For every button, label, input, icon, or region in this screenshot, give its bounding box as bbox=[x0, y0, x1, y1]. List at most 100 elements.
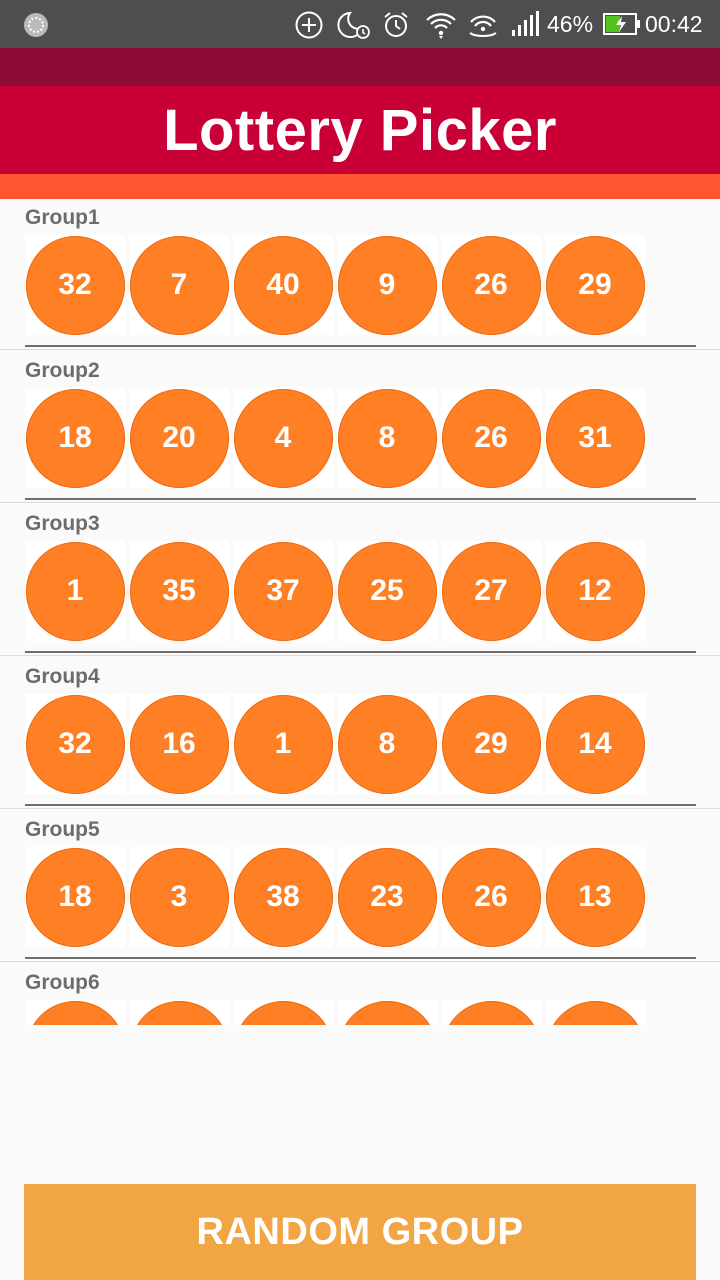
lottery-ball: 4 bbox=[233, 388, 333, 488]
page-title: Lottery Picker bbox=[163, 97, 557, 163]
ball-cell: 25 bbox=[337, 541, 437, 641]
ball-cell: 29 bbox=[545, 235, 645, 335]
lottery-ball: 29 bbox=[441, 694, 541, 794]
group-label: Group3 bbox=[25, 512, 100, 535]
group-row: Group6 bbox=[0, 964, 720, 1025]
add-circle-icon bbox=[294, 10, 324, 40]
battery-percent: 46% bbox=[547, 11, 594, 37]
lottery-ball: 18 bbox=[25, 847, 125, 947]
ball-cell: 13 bbox=[545, 847, 645, 947]
group-row: Group1 32 7 40 9 26 29 bbox=[0, 199, 720, 352]
random-group-button[interactable]: RANDOM GROUP bbox=[24, 1184, 696, 1280]
lottery-ball: 9 bbox=[337, 235, 437, 335]
row-separator bbox=[0, 655, 720, 656]
ball-cell: 14 bbox=[545, 694, 645, 794]
wifi-icon bbox=[424, 10, 458, 40]
lottery-ball: 16 bbox=[129, 694, 229, 794]
ball-cell bbox=[129, 1000, 229, 1025]
lottery-ball: 12 bbox=[545, 541, 645, 641]
ball-row bbox=[25, 1000, 649, 1025]
lottery-ball: 14 bbox=[545, 694, 645, 794]
group-label: Group6 bbox=[25, 971, 100, 994]
lottery-ball bbox=[129, 1000, 229, 1025]
lottery-ball: 13 bbox=[545, 847, 645, 947]
lottery-ball: 38 bbox=[233, 847, 333, 947]
lottery-ball: 37 bbox=[233, 541, 333, 641]
ball-cell: 40 bbox=[233, 235, 333, 335]
lottery-ball: 32 bbox=[25, 235, 125, 335]
app-icon bbox=[22, 11, 50, 39]
lottery-ball: 7 bbox=[129, 235, 229, 335]
lottery-ball: 20 bbox=[129, 388, 229, 488]
ball-cell: 18 bbox=[25, 847, 125, 947]
ball-cell: 8 bbox=[337, 694, 437, 794]
lottery-ball: 23 bbox=[337, 847, 437, 947]
ball-cell: 31 bbox=[545, 388, 645, 488]
lottery-ball bbox=[233, 1000, 333, 1025]
row-separator bbox=[0, 961, 720, 962]
ball-row: 18 3 38 23 26 13 bbox=[25, 847, 649, 947]
clock: 00:42 bbox=[645, 11, 703, 37]
ball-cell bbox=[545, 1000, 645, 1025]
row-separator bbox=[0, 808, 720, 809]
ball-row: 1 35 37 25 27 12 bbox=[25, 541, 649, 641]
ball-cell: 20 bbox=[129, 388, 229, 488]
lottery-ball bbox=[337, 1000, 437, 1025]
lottery-ball bbox=[25, 1000, 125, 1025]
ball-cell: 32 bbox=[25, 694, 125, 794]
ball-cell: 1 bbox=[25, 541, 125, 641]
ball-cell: 9 bbox=[337, 235, 437, 335]
battery-charging-icon bbox=[603, 12, 641, 36]
ball-cell: 26 bbox=[441, 235, 541, 335]
lottery-ball: 8 bbox=[337, 694, 437, 794]
lottery-ball: 40 bbox=[233, 235, 333, 335]
group-divider bbox=[25, 651, 696, 653]
lottery-ball bbox=[545, 1000, 645, 1025]
lottery-ball: 26 bbox=[441, 847, 541, 947]
status-bar: 46% 00:42 bbox=[0, 0, 720, 48]
group-row: Group3 1 35 37 25 27 12 bbox=[0, 505, 720, 658]
ball-cell: 18 bbox=[25, 388, 125, 488]
group-label: Group5 bbox=[25, 818, 100, 841]
ball-cell: 32 bbox=[25, 235, 125, 335]
ball-cell: 7 bbox=[129, 235, 229, 335]
ball-cell: 4 bbox=[233, 388, 333, 488]
lottery-ball: 31 bbox=[545, 388, 645, 488]
lottery-ball: 26 bbox=[441, 235, 541, 335]
ball-cell: 26 bbox=[441, 388, 541, 488]
ball-cell: 1 bbox=[233, 694, 333, 794]
lottery-ball: 29 bbox=[545, 235, 645, 335]
group-row: Group4 32 16 1 8 29 14 bbox=[0, 658, 720, 811]
alarm-icon bbox=[381, 10, 411, 40]
row-separator bbox=[0, 349, 720, 350]
lottery-ball: 1 bbox=[233, 694, 333, 794]
ball-cell: 3 bbox=[129, 847, 229, 947]
ball-cell: 38 bbox=[233, 847, 333, 947]
ball-cell: 8 bbox=[337, 388, 437, 488]
ball-cell bbox=[25, 1000, 125, 1025]
ball-cell bbox=[233, 1000, 333, 1025]
lottery-ball: 8 bbox=[337, 388, 437, 488]
group-label: Group1 bbox=[25, 206, 100, 229]
lottery-ball: 32 bbox=[25, 694, 125, 794]
group-divider bbox=[25, 345, 696, 347]
signal-icon bbox=[510, 10, 540, 38]
group-label: Group2 bbox=[25, 359, 100, 382]
ball-cell: 12 bbox=[545, 541, 645, 641]
group-list[interactable]: Group1 32 7 40 9 26 29 Group2 18 20 4 8 26 31 Group3 1 3… bbox=[0, 199, 720, 1025]
group-row: Group2 18 20 4 8 26 31 bbox=[0, 352, 720, 505]
ball-cell: 29 bbox=[441, 694, 541, 794]
accent-bar bbox=[0, 174, 720, 199]
row-separator bbox=[0, 502, 720, 503]
ball-row: 18 20 4 8 26 31 bbox=[25, 388, 649, 488]
night-mode-icon bbox=[336, 10, 372, 40]
ball-row: 32 7 40 9 26 29 bbox=[25, 235, 649, 335]
lottery-ball: 35 bbox=[129, 541, 229, 641]
ball-cell bbox=[337, 1000, 437, 1025]
ball-row: 32 16 1 8 29 14 bbox=[25, 694, 649, 794]
group-divider bbox=[25, 804, 696, 806]
ball-cell: 16 bbox=[129, 694, 229, 794]
lottery-ball: 25 bbox=[337, 541, 437, 641]
lottery-ball: 3 bbox=[129, 847, 229, 947]
group-divider bbox=[25, 498, 696, 500]
